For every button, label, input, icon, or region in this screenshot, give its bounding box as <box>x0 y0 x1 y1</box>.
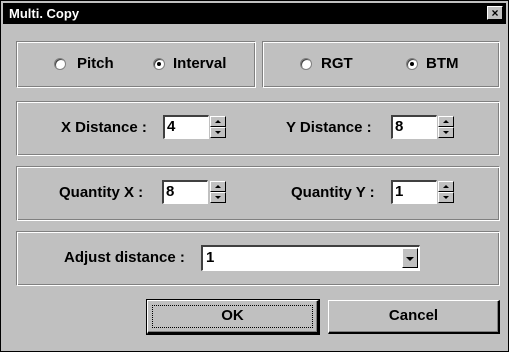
interval-radio[interactable] <box>153 58 165 70</box>
quantity-x-down-icon[interactable] <box>210 192 226 203</box>
y-distance-up-icon[interactable] <box>438 116 454 127</box>
quantity-y-input[interactable]: 1 <box>391 180 437 204</box>
interval-label[interactable]: Interval <box>173 55 226 72</box>
quantity-y-spinner[interactable] <box>438 181 454 203</box>
cancel-button-label: Cancel <box>388 307 439 324</box>
adjust-distance-select[interactable]: 1 <box>201 245 420 271</box>
quantity-y-down-icon[interactable] <box>438 192 454 203</box>
quantity-x-spinner[interactable] <box>210 181 226 203</box>
rgt-radio[interactable] <box>300 58 312 70</box>
quantity-x-up-icon[interactable] <box>210 181 226 192</box>
y-distance-spinner[interactable] <box>438 116 454 138</box>
x-distance-label: X Distance : <box>61 119 147 136</box>
btm-label[interactable]: BTM <box>426 55 459 72</box>
multi-copy-dialog: Multi. Copy × Pitch Interval RGT BTM X D… <box>0 0 509 352</box>
cancel-button[interactable]: Cancel <box>328 300 500 334</box>
adjust-distance-value: 1 <box>206 249 215 266</box>
x-distance-spinner[interactable] <box>210 116 226 138</box>
y-distance-down-icon[interactable] <box>438 127 454 138</box>
quantity-x-label: Quantity X : <box>59 184 144 201</box>
close-button[interactable]: × <box>487 6 503 20</box>
y-distance-label: Y Distance : <box>286 119 372 136</box>
pitch-label[interactable]: Pitch <box>77 55 114 72</box>
direction-group <box>262 41 500 88</box>
rgt-label[interactable]: RGT <box>321 55 353 72</box>
pitch-radio[interactable] <box>54 58 66 70</box>
adjust-distance-label: Adjust distance : <box>64 249 185 266</box>
ok-button-label: OK <box>221 307 244 324</box>
x-distance-up-icon[interactable] <box>210 116 226 127</box>
quantity-y-label: Quantity Y : <box>291 184 375 201</box>
window-title: Multi. Copy <box>9 6 80 21</box>
quantity-x-input[interactable]: 8 <box>162 180 208 204</box>
x-distance-input[interactable]: 4 <box>163 115 209 139</box>
quantity-y-up-icon[interactable] <box>438 181 454 192</box>
close-icon: × <box>491 6 499 20</box>
ok-button[interactable]: OK <box>146 299 320 335</box>
y-distance-input[interactable]: 8 <box>391 115 437 139</box>
x-distance-down-icon[interactable] <box>210 127 226 138</box>
btm-radio[interactable] <box>406 58 418 70</box>
chevron-down-icon[interactable] <box>402 248 418 268</box>
title-bar[interactable]: Multi. Copy × <box>3 3 506 24</box>
